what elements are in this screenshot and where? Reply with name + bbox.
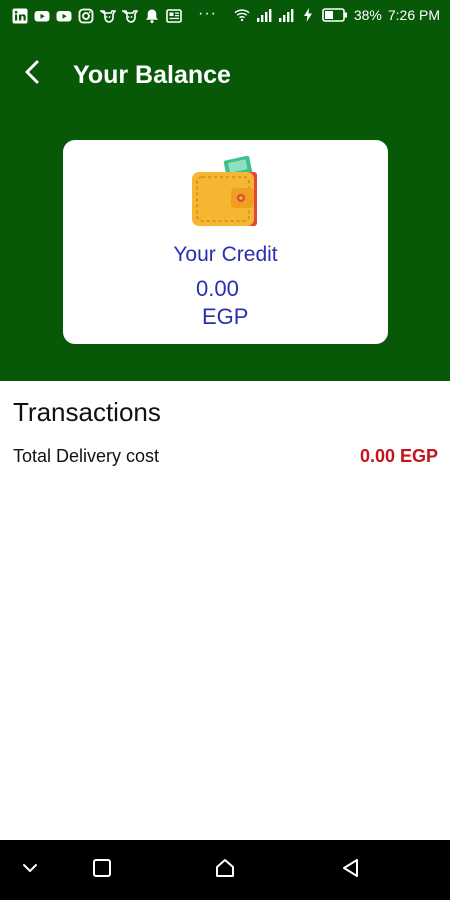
youtube-icon (56, 8, 72, 24)
balance-card: Your Credit 0.00 EGP (63, 140, 388, 344)
clock: 7:26 PM (387, 7, 440, 23)
wifi-icon (234, 7, 250, 23)
transactions-heading: Transactions (13, 397, 161, 427)
bell-icon (144, 8, 160, 24)
page-title: Your Balance (73, 61, 231, 89)
overflow-indicator: ··· (198, 5, 217, 22)
instagram-icon (78, 8, 94, 24)
back-button[interactable] (14, 56, 50, 92)
navigation-bar (0, 840, 450, 900)
hide-keyboard-button[interactable] (0, 840, 60, 900)
notification-icons (12, 8, 182, 24)
battery-percentage: 38% (353, 7, 382, 23)
back-triangle-icon (340, 857, 360, 884)
transaction-row: Total Delivery cost 0.00 EGP (13, 446, 438, 472)
screen: ··· 38% 7:26 PM Your Balance Your Credit… (0, 0, 450, 900)
credit-currency: EGP (202, 304, 249, 329)
battery-icon (322, 7, 348, 23)
transaction-label: Total Delivery cost (13, 446, 160, 466)
signal-icon (256, 7, 272, 23)
chevron-left-icon (22, 59, 42, 90)
charging-icon (300, 7, 316, 23)
linkedin-icon (12, 8, 28, 24)
wallet-icon (189, 150, 261, 228)
cow-icon (100, 8, 116, 24)
news-icon (166, 8, 182, 24)
signal-icon (278, 7, 294, 23)
status-bar: ··· 38% 7:26 PM (0, 0, 450, 34)
header-region: ··· 38% 7:26 PM Your Balance Your Credit… (0, 0, 450, 381)
home-button[interactable] (195, 840, 255, 900)
credit-label: Your Credit (173, 243, 278, 266)
recents-button[interactable] (72, 840, 132, 900)
square-icon (92, 858, 112, 883)
back-nav-button[interactable] (320, 840, 380, 900)
youtube-icon (34, 8, 50, 24)
cow-icon (122, 8, 138, 24)
credit-amount: 0.00 (196, 276, 239, 301)
transaction-value: 0.00 EGP (359, 446, 438, 466)
system-indicators: 38% 7:26 PM (234, 7, 440, 23)
home-icon (214, 857, 236, 884)
chevron-down-icon (21, 861, 39, 879)
